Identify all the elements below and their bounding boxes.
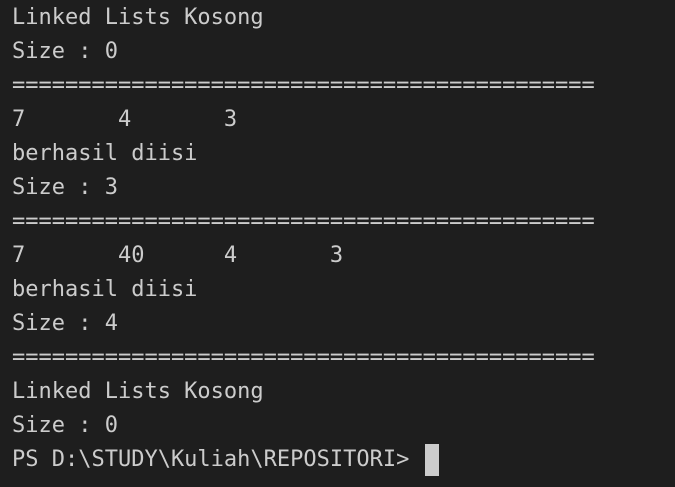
output-line: 7 40 4 3	[12, 243, 344, 268]
separator-line: ========================================…	[12, 73, 595, 98]
output-line: Size : 4	[12, 311, 118, 336]
prompt-line[interactable]: PS D:\STUDY\Kuliah\REPOSITORI>	[12, 443, 675, 477]
prompt-text: PS D:\STUDY\Kuliah\REPOSITORI>	[12, 447, 410, 472]
cursor-block	[425, 444, 440, 476]
output-line: Size : 0	[12, 39, 118, 64]
separator-line: ========================================…	[12, 345, 595, 370]
output-line: Linked Lists Kosong	[12, 5, 264, 30]
output-line: 7 4 3	[12, 107, 238, 132]
terminal-output[interactable]: Linked Lists Kosong Size : 0 ===========…	[0, 0, 675, 487]
output-line: Size : 0	[12, 413, 118, 438]
output-line: Linked Lists Kosong	[12, 379, 264, 404]
output-line: Size : 3	[12, 175, 118, 200]
separator-line: ========================================…	[12, 209, 595, 234]
output-line: berhasil diisi	[12, 141, 198, 166]
output-line: berhasil diisi	[12, 277, 198, 302]
